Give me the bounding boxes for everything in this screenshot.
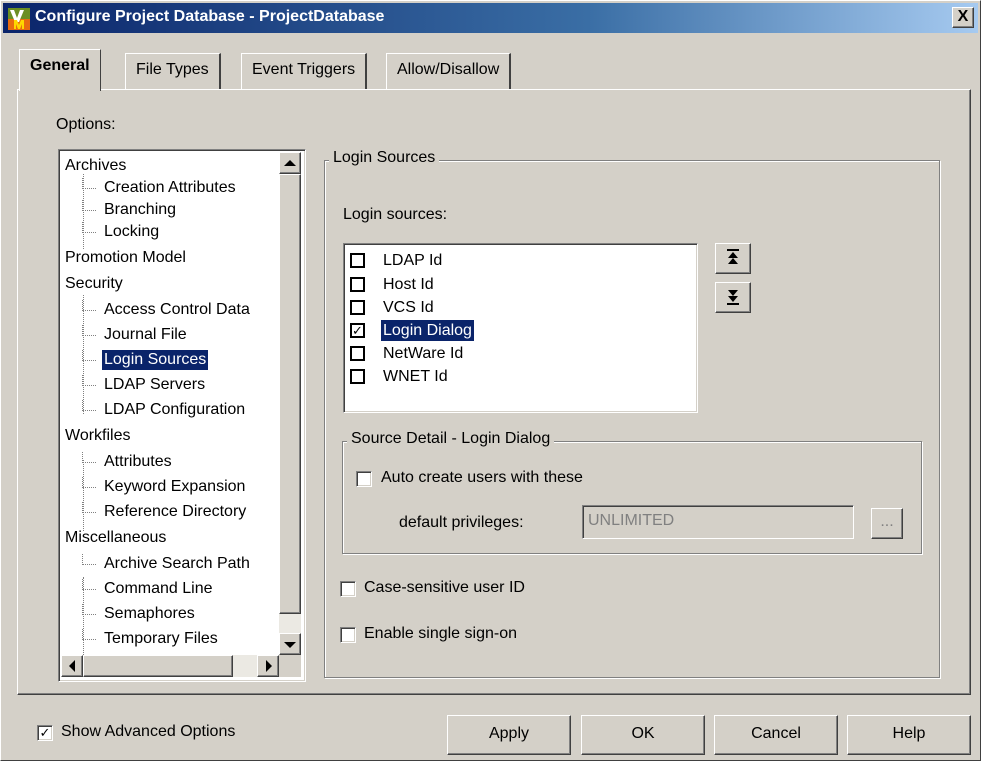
- show-advanced-options-checkbox[interactable]: ✓: [37, 725, 53, 741]
- arrow-left-icon: [69, 660, 75, 672]
- tree-line: [83, 460, 84, 531]
- scroll-up-button[interactable]: [279, 152, 301, 174]
- tab-event-triggers-label: Event Triggers: [252, 61, 356, 78]
- show-advanced-options-label: Show Advanced Options: [61, 723, 236, 740]
- login-source-checkbox[interactable]: [350, 346, 365, 361]
- tree-item-label: Attributes: [104, 453, 172, 470]
- general-tab-panel: Options: Archives Creation Attributes Br…: [17, 89, 971, 695]
- cancel-button-label: Cancel: [751, 725, 801, 742]
- login-source-label: LDAP Id: [383, 252, 443, 269]
- login-source-checkbox[interactable]: [350, 277, 365, 292]
- apply-button[interactable]: Apply: [447, 715, 571, 755]
- login-source-checkbox[interactable]: [350, 253, 365, 268]
- browse-privileges-label: ...: [880, 513, 894, 530]
- auto-create-users-label: Auto create users with these: [381, 469, 583, 486]
- apply-button-label: Apply: [488, 725, 530, 742]
- tab-allow-disallow-label: Allow/Disallow: [397, 61, 500, 78]
- tab-general[interactable]: General: [19, 49, 101, 91]
- source-detail-group-title: Source Detail - Login Dialog: [347, 430, 555, 448]
- tab-file-types-label: File Types: [136, 61, 209, 78]
- title-bar[interactable]: Configure Project Database - ProjectData…: [3, 3, 978, 33]
- tree-item-label: Login Sources: [102, 350, 209, 370]
- help-button-label: Help: [892, 725, 926, 742]
- arrow-down-icon: [284, 642, 296, 648]
- arrow-right-icon: [266, 660, 272, 672]
- tree-item-label: Security: [65, 275, 123, 292]
- tab-file-types[interactable]: File Types: [125, 53, 221, 89]
- tab-event-triggers[interactable]: Event Triggers: [241, 53, 368, 89]
- tree-item-label: Branching: [104, 201, 177, 218]
- login-sources-group-title: Login Sources: [329, 149, 440, 167]
- scroll-left-button[interactable]: [61, 655, 83, 677]
- tree-item-security[interactable]: Security: [65, 274, 123, 296]
- single-sign-on-label: Enable single sign-on: [364, 625, 517, 642]
- cancel-button[interactable]: Cancel: [714, 715, 838, 755]
- auto-create-users-checkbox[interactable]: [356, 471, 372, 487]
- scroll-right-button[interactable]: [257, 655, 279, 677]
- scroll-down-button[interactable]: [279, 633, 301, 655]
- login-source-label: WNET Id: [383, 368, 448, 385]
- move-down-button[interactable]: [715, 282, 751, 313]
- default-privileges-label: default privileges:: [399, 514, 524, 531]
- tree-item-label: Workfiles: [65, 427, 131, 444]
- login-source-checkbox[interactable]: [350, 300, 365, 315]
- ok-button[interactable]: OK: [581, 715, 705, 755]
- login-source-label: Host Id: [383, 276, 434, 293]
- options-label: Options:: [56, 116, 116, 133]
- configure-project-database-dialog: Configure Project Database - ProjectData…: [0, 0, 981, 761]
- tree-horizontal-scroll-thumb[interactable]: [83, 655, 233, 677]
- tree-item-label: Access Control Data: [104, 301, 250, 318]
- move-up-button[interactable]: [715, 243, 751, 274]
- case-sensitive-checkbox[interactable]: [340, 581, 356, 597]
- tree-item-label: Journal File: [104, 326, 187, 343]
- tree-item-label: Promotion Model: [65, 249, 186, 266]
- login-sources-list[interactable]: LDAP Id Host Id VCS Id ✓ Login Dialog Ne…: [343, 243, 698, 413]
- tree-item-label: Command Line: [104, 580, 213, 597]
- default-privileges-value: UNLIMITED: [588, 512, 675, 529]
- login-source-label: NetWare Id: [383, 345, 464, 362]
- move-down-icon: [727, 290, 739, 305]
- tab-general-label: General: [30, 57, 90, 74]
- login-source-label: VCS Id: [383, 299, 434, 316]
- login-source-checkbox[interactable]: [350, 369, 365, 384]
- tree-item-label: Archive Search Path: [104, 555, 250, 572]
- tree-item-label: Creation Attributes: [104, 179, 236, 196]
- login-sources-list-label: Login sources:: [343, 206, 448, 223]
- scrollbar-corner: [279, 655, 301, 677]
- tree-item-label: Locking: [104, 223, 160, 240]
- help-button[interactable]: Help: [847, 715, 971, 755]
- close-button[interactable]: X: [952, 7, 974, 28]
- ok-button-label: OK: [631, 725, 655, 742]
- tab-allow-disallow[interactable]: Allow/Disallow: [386, 53, 512, 89]
- options-tree[interactable]: Archives Creation Attributes Branching L…: [58, 149, 306, 682]
- tree-item-label: Temporary Files: [104, 630, 218, 647]
- tree-vertical-scroll-thumb[interactable]: [279, 174, 301, 614]
- case-sensitive-label: Case-sensitive user ID: [364, 579, 525, 596]
- close-icon: X: [957, 8, 969, 25]
- window-title: Configure Project Database - ProjectData…: [35, 8, 385, 25]
- tree-item-label: Miscellaneous: [65, 529, 167, 546]
- browse-privileges-button[interactable]: ...: [871, 508, 903, 539]
- tree-item-label: LDAP Servers: [104, 376, 206, 393]
- tree-item-miscellaneous[interactable]: Miscellaneous: [65, 528, 166, 550]
- login-sources-group: [324, 160, 940, 678]
- arrow-up-icon: [284, 160, 296, 166]
- tree-item-label: Archives: [65, 157, 127, 174]
- tree-item-workfiles[interactable]: Workfiles: [65, 426, 131, 448]
- tree-item-label: Semaphores: [104, 605, 195, 622]
- single-sign-on-checkbox[interactable]: [340, 627, 356, 643]
- tree-item-label: LDAP Configuration: [104, 401, 246, 418]
- vm-app-icon: [8, 8, 30, 30]
- login-source-label: Login Dialog: [381, 320, 474, 341]
- move-up-icon: [727, 249, 739, 264]
- tree-item-promotion-model[interactable]: Promotion Model: [65, 248, 186, 270]
- options-tree-viewport: Archives Creation Attributes Branching L…: [61, 152, 279, 655]
- login-source-checkbox[interactable]: ✓: [350, 323, 365, 338]
- default-privileges-field[interactable]: UNLIMITED: [582, 505, 854, 539]
- tree-item-label: Keyword Expansion: [104, 478, 246, 495]
- tree-item-label: Reference Directory: [104, 503, 247, 520]
- tree-item-archives[interactable]: Archives: [65, 156, 126, 178]
